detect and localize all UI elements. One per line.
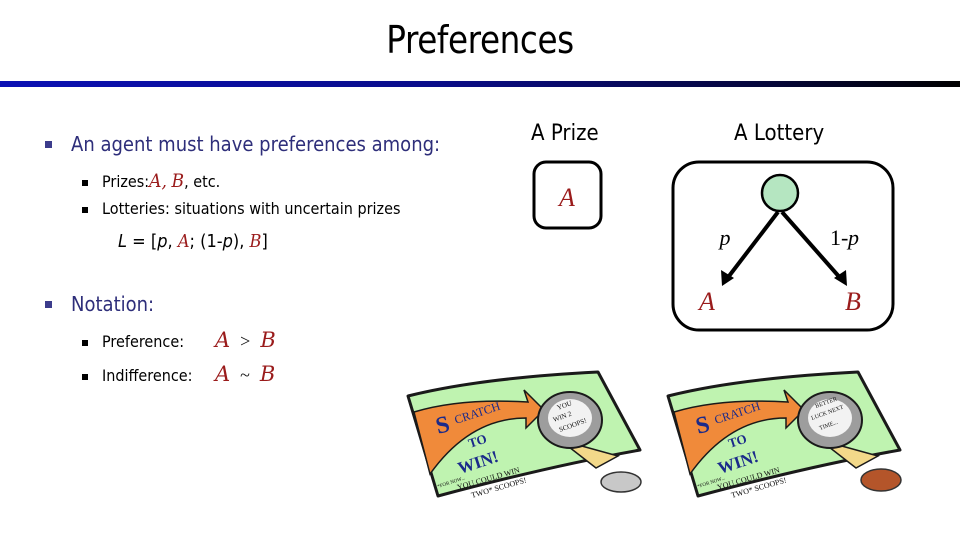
- branch-arrow-left: [724, 210, 780, 282]
- left-probability: p: [718, 225, 731, 250]
- scratch-card-winner: S CRATCH TO WIN! YOU COULD WIN TWO* SCOO…: [406, 370, 642, 498]
- left-outcome: A: [697, 287, 715, 316]
- prize-value: A: [557, 183, 575, 212]
- scratch-card-loser: S CRATCH TO WIN! YOU COULD WIN TWO* SCOO…: [666, 370, 902, 498]
- chance-node: [760, 173, 800, 213]
- right-probability-prefix: 1-: [830, 225, 848, 250]
- right-outcome: B: [845, 287, 861, 316]
- copper-coin-icon: [860, 468, 902, 492]
- right-probability-var: p: [846, 225, 859, 250]
- silver-coin-icon: [600, 471, 642, 493]
